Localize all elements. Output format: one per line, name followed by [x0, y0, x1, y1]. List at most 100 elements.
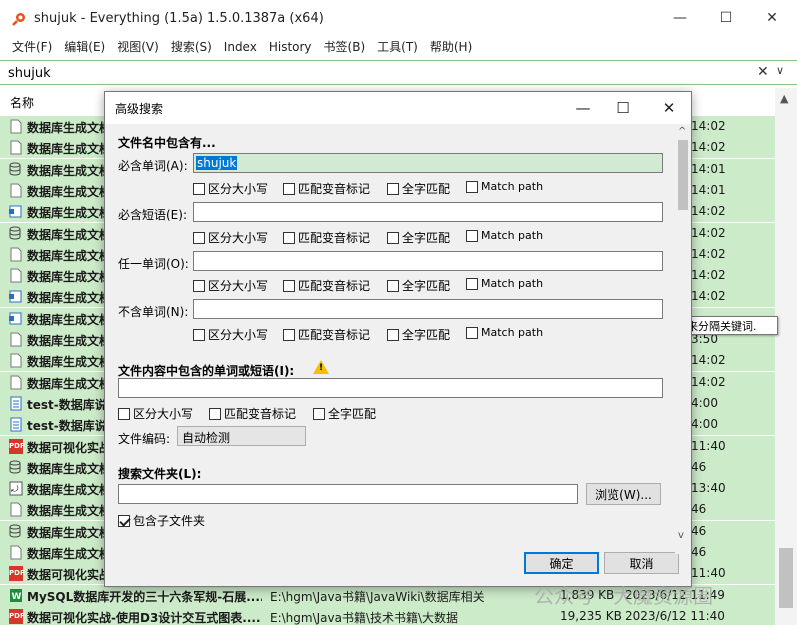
file-icon [10, 119, 22, 134]
modified-time: 14:02 [691, 204, 726, 219]
menu-search[interactable]: 搜索(S) [165, 36, 218, 58]
not-word-diacritics-checkbox[interactable]: 匹配变音标记 [283, 326, 370, 343]
menu-bookmarks[interactable]: 书签(B) [318, 36, 372, 58]
search-history-dropdown-icon[interactable]: ∨ [776, 64, 784, 77]
advanced-search-dialog: 高级搜索 — ☐ ✕ 文件名中包含有... 必含单词(A): shujuk 区分… [104, 91, 692, 587]
menu-file[interactable]: 文件(F) [6, 36, 58, 58]
content-diacritics-checkbox[interactable]: 匹配变音标记 [209, 405, 296, 422]
file-name: 数据库生成文档 [27, 163, 105, 178]
not-word-input[interactable] [193, 299, 663, 319]
minimize-button[interactable]: — [657, 0, 703, 36]
dialog-maximize-button[interactable]: ☐ [603, 94, 643, 122]
column-name-header[interactable]: 名称 [10, 94, 34, 111]
file-name: 数据库生成文档 [27, 248, 105, 263]
menu-history[interactable]: History [263, 36, 318, 58]
dialog-title: 高级搜索 [115, 102, 164, 116]
encoding-label: 文件编码: [118, 432, 171, 446]
menu-bar: 文件(F) 编辑(E) 视图(V) 搜索(S) Index History 书签… [0, 36, 797, 58]
dialog-minimize-button[interactable]: — [563, 94, 603, 122]
svg-text:⤾: ⤾ [11, 485, 19, 495]
must-phrase-diacritics-checkbox[interactable]: 匹配变音标记 [283, 229, 370, 246]
clear-search-icon[interactable]: ✕ [757, 64, 769, 80]
modified-time: 4:00 [691, 417, 718, 432]
file-name: MySQL数据库开发的三十六条军规-石展.... [27, 589, 262, 604]
pdf-file-icon: PDF [9, 566, 25, 582]
must-phrase-case-checkbox[interactable]: 区分大小写 [193, 229, 268, 246]
menu-index[interactable]: Index [218, 36, 263, 58]
subfolders-checkbox[interactable]: 包含子文件夹 [118, 512, 205, 529]
modified-time: 46 [691, 523, 707, 538]
menu-edit[interactable]: 编辑(E) [58, 36, 111, 58]
browse-button[interactable]: 浏览(W)... [586, 483, 661, 505]
modified-time: 14:01 [691, 182, 726, 197]
file-name: 数据可视化实战 [27, 568, 105, 583]
file-name: 数据库生成文档 [27, 355, 105, 370]
file-name: test-数据库说明 [27, 419, 105, 434]
content-whole-checkbox[interactable]: 全字匹配 [313, 405, 376, 422]
must-phrase-matchpath-checkbox[interactable]: Match path [466, 229, 543, 242]
not-word-matchpath-checkbox[interactable]: Match path [466, 326, 543, 339]
file-icon [10, 183, 22, 198]
file-name: 数据库生成文档 [27, 547, 105, 561]
dialog-close-button[interactable]: ✕ [649, 94, 689, 122]
must-phrase-label: 必含短语(E): [118, 208, 187, 222]
not-word-whole-checkbox[interactable]: 全字匹配 [387, 326, 450, 343]
mysql-file-icon: W [10, 588, 22, 602]
code-file-icon: ⤾ [9, 481, 23, 496]
any-word-case-checkbox[interactable]: 区分大小写 [193, 277, 268, 294]
encoding-select[interactable]: 自动检测 ⌄ [177, 426, 306, 446]
menu-tools[interactable]: 工具(T) [371, 36, 424, 58]
content-input[interactable] [118, 378, 663, 398]
menu-view[interactable]: 视图(V) [111, 36, 165, 58]
pdf-file-icon: PDF [9, 438, 25, 454]
window-title: shujuk - Everything (1.5a) 1.5.0.1387a (… [34, 11, 324, 26]
dialog-title-bar: 高级搜索 — ☐ ✕ [105, 92, 691, 124]
file-path: E:\hgm\Java书籍\技术书籍\大数据 [270, 610, 459, 625]
any-word-input[interactable] [193, 251, 663, 271]
must-word-case-checkbox[interactable]: 区分大小写 [193, 180, 268, 197]
scroll-up-icon[interactable]: ^ [678, 126, 686, 137]
any-word-diacritics-checkbox[interactable]: 匹配变音标记 [283, 277, 370, 294]
must-phrase-whole-checkbox[interactable]: 全字匹配 [387, 229, 450, 246]
results-scrollbar[interactable]: ▲ [775, 88, 797, 625]
content-case-checkbox[interactable]: 区分大小写 [118, 405, 193, 422]
must-word-whole-checkbox[interactable]: 全字匹配 [387, 180, 450, 197]
scroll-down-icon[interactable]: v [678, 530, 684, 541]
dialog-scroll-thumb[interactable] [678, 140, 688, 210]
warning-icon: ! [313, 360, 329, 374]
file-icon [10, 502, 22, 517]
file-icon [10, 545, 22, 560]
folder-input[interactable] [118, 484, 578, 504]
modified-time: 4:00 [691, 395, 718, 410]
modified-time: 13:40 [691, 481, 726, 496]
svg-text:W: W [12, 592, 22, 602]
scroll-thumb[interactable] [779, 548, 793, 608]
not-word-case-checkbox[interactable]: 区分大小写 [193, 326, 268, 343]
file-icon [10, 332, 22, 347]
text-file-icon [10, 417, 22, 432]
search-input[interactable] [8, 64, 748, 82]
must-phrase-input[interactable] [193, 202, 663, 222]
file-path: E:\hgm\Java书籍\JavaWiki\数据库相关 [270, 589, 485, 604]
modified-time: 14:02 [691, 119, 726, 133]
must-word-matchpath-checkbox[interactable]: Match path [466, 180, 543, 193]
any-word-matchpath-checkbox[interactable]: Match path [466, 277, 543, 290]
any-word-whole-checkbox[interactable]: 全字匹配 [387, 277, 450, 294]
cancel-button[interactable]: 取消 [604, 552, 679, 574]
must-word-input[interactable]: shujuk [193, 153, 663, 173]
ok-button[interactable]: 确定 [524, 552, 599, 574]
file-icon [10, 140, 22, 155]
maximize-button[interactable]: ☐ [703, 0, 749, 36]
menu-help[interactable]: 帮助(H) [424, 36, 478, 58]
scroll-up-icon[interactable]: ▲ [780, 92, 788, 105]
title-bar: shujuk - Everything (1.5a) 1.5.0.1387a (… [0, 0, 797, 36]
document-file-icon [9, 312, 22, 325]
dialog-scrollbar[interactable]: ^ v [675, 124, 691, 554]
file-name: 数据库生成文档 [27, 270, 105, 285]
must-word-diacritics-checkbox[interactable]: 匹配变音标记 [283, 180, 370, 197]
close-button[interactable]: ✕ [749, 0, 795, 36]
file-name: 数据库生成文档 [27, 525, 105, 540]
file-name: 数据库生成文档 [27, 227, 105, 242]
dialog-body: 文件名中包含有... 必含单词(A): shujuk 区分大小写 匹配变音标记 … [105, 124, 691, 586]
modified-time: 14:02 [691, 140, 726, 155]
